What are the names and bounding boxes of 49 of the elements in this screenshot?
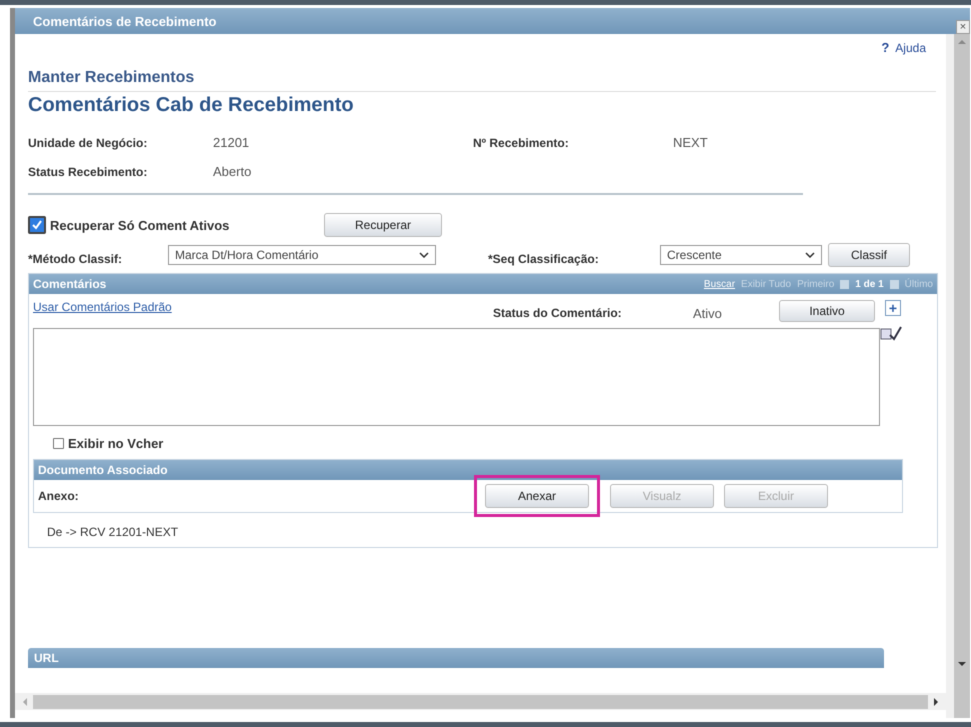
sort-order-dropdown[interactable]: Crescente — [660, 245, 822, 265]
nav-label: 1 de 1 — [855, 278, 884, 290]
field-label: Status Recebimento: — [28, 165, 148, 179]
scroll-left-icon[interactable] — [21, 698, 29, 706]
spell-check-icon[interactable] — [880, 326, 902, 342]
panel-title: URL — [34, 651, 59, 665]
nav-label: Exibir Tudo — [741, 278, 792, 290]
page-title: Comentários Cab de Recebimento — [28, 94, 355, 117]
sort-button[interactable]: Classif — [828, 243, 910, 267]
previous-icon[interactable] — [840, 280, 850, 288]
checkbox[interactable] — [28, 216, 46, 234]
checkbox-label: Exibir no Vcher — [68, 436, 164, 451]
field-value: NEXT — [673, 135, 709, 150]
check-icon — [32, 220, 42, 230]
vertical-scrollbar[interactable] — [946, 34, 970, 718]
reference-text: De -> RCV 21201-NEXT — [47, 525, 180, 539]
chevron-down-icon — [419, 252, 429, 258]
nav-label: Primeiro — [797, 278, 834, 290]
sort-method-dropdown[interactable]: Marca Dt/Hora Comentário — [168, 245, 436, 265]
close-button[interactable]: × — [956, 20, 970, 34]
panel-title: Comentários — [33, 277, 106, 291]
retrieve-button[interactable]: Recuperar — [324, 213, 442, 237]
chevron-down-icon — [805, 252, 815, 258]
comment-field[interactable] — [33, 328, 880, 426]
attachment-button[interactable]: Anexar — [485, 484, 589, 508]
field-label: Anexo: — [38, 489, 80, 503]
horizontal-scrollbar[interactable] — [15, 693, 946, 710]
help-link[interactable]: Ajuda — [895, 40, 926, 54]
add-button[interactable]: + — [885, 300, 901, 316]
help-icon: ? — [881, 40, 890, 55]
checkbox-label: Recuperar Só Coment Ativos — [50, 218, 230, 232]
window-title: Comentários de Recebimento — [33, 14, 216, 28]
field-value: Aberto — [213, 164, 252, 179]
field-label: Unidade de Negócio: — [28, 136, 148, 150]
next-icon[interactable] — [890, 280, 899, 288]
scroll-up-icon[interactable] — [958, 38, 966, 46]
field-value: Ativo — [693, 306, 723, 321]
scroll-down-icon[interactable] — [958, 660, 966, 668]
panel-title: Documento Associado — [38, 463, 168, 477]
field-label: Status do Comentário: — [493, 306, 623, 320]
default-comments-link[interactable]: Usar Comentários Padrão — [33, 300, 493, 314]
checkbox[interactable] — [53, 438, 64, 449]
nav-label: Último — [904, 278, 933, 290]
field-label: *Método Classif: — [28, 252, 124, 266]
field-label: Nº Recebimento: — [473, 136, 570, 150]
breadcrumb: Manter Recebimentos — [28, 69, 936, 92]
scroll-right-icon[interactable] — [932, 698, 940, 706]
field-value: 21201 — [213, 135, 250, 150]
field-label: *Seq Classificação: — [488, 252, 600, 266]
